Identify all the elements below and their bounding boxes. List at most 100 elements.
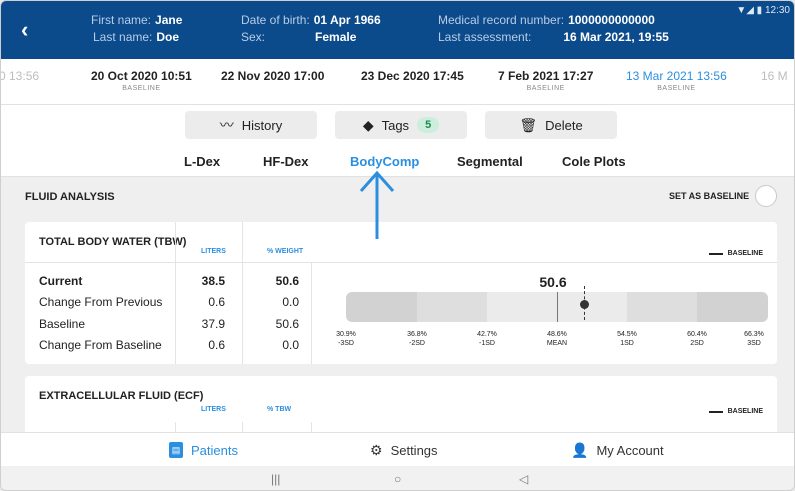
change-baseline-liters: 0.6: [208, 338, 225, 352]
tags-label: Tags: [381, 117, 410, 133]
patients-icon: ▤: [169, 442, 183, 458]
change-baseline-weight: 0.0: [282, 338, 299, 352]
gauge-band-minus3: [346, 292, 417, 322]
tab-bodycomp[interactable]: BodyComp: [350, 154, 419, 169]
gauge-tick: 36.8% -2SD: [407, 331, 427, 347]
mrn-value: 1000000000000: [568, 13, 655, 27]
person-icon: 👤: [571, 442, 589, 458]
baseline-legend-label: BASELINE: [727, 408, 763, 415]
patient-header: ‹ First name: Jane Last name: Doe Date of …: [1, 1, 794, 59]
change-previous-liters: 0.6: [208, 295, 225, 309]
last-assessment-value: 16 Mar 2021, 19:55: [563, 30, 669, 44]
nav-my-account[interactable]: 👤 My Account: [571, 442, 664, 459]
nav-settings-label: Settings: [390, 443, 438, 458]
baseline-tag: BASELINE: [657, 85, 696, 92]
gauge-band-plus1: [557, 292, 627, 322]
fluid-analysis-title: FLUID ANALYSIS: [25, 191, 115, 203]
assessment-date-strip[interactable]: 0 13:56 20 Oct 2020 10:51 BASELINE 22 Nov…: [1, 59, 794, 105]
gauge-tick: 30.9% -3SD: [336, 331, 356, 347]
date-item[interactable]: 0 13:56: [1, 69, 39, 83]
last-assessment-row: Last assessment: 16 Mar 2021, 19:55: [438, 29, 669, 46]
current-liters: 38.5: [201, 274, 225, 288]
analysis-tabs: L-Dex HF-Dex BodyComp Segmental Cole Plo…: [1, 149, 794, 177]
set-baseline-toggle[interactable]: [755, 185, 777, 207]
gauge-tick: 66.3% 3SD: [744, 331, 764, 347]
last-name-row: Last name: Doe: [93, 29, 179, 46]
divider: [25, 262, 777, 263]
set-baseline-label: SET AS BASELINE: [669, 191, 750, 201]
system-navigation: ||| ○ ◁: [1, 466, 794, 490]
history-button[interactable]: 〰 History: [185, 111, 317, 139]
status-bar: ▼◢ ▮ 12:30: [736, 5, 790, 16]
history-label: History: [241, 117, 283, 133]
back-system-button[interactable]: ◁: [519, 472, 528, 486]
ecf-card: EXTRACELLULAR FLUID (ECF) LITERS % TBW B…: [25, 376, 777, 436]
first-name-value: Jane: [155, 13, 183, 27]
baseline-legend: BASELINE: [708, 250, 763, 257]
chevron-left-icon: ‹: [21, 17, 29, 42]
tab-segmental[interactable]: Segmental: [457, 154, 523, 169]
sex-label: Sex:: [241, 30, 266, 44]
date-item[interactable]: 16 M: [761, 69, 788, 83]
ecf-title: EXTRACELLULAR FLUID (ECF): [39, 390, 204, 402]
current-weight: 50.6: [275, 274, 299, 288]
date-label: 20 Oct 2020 10:51: [91, 69, 192, 83]
date-label: 22 Nov 2020 17:00: [221, 69, 325, 83]
nav-patients-label: Patients: [191, 442, 238, 458]
divider: [311, 262, 312, 364]
annotation-arrow: [359, 170, 395, 239]
baseline-line-icon: [708, 410, 723, 413]
gauge-current-value: 50.6: [539, 274, 567, 290]
trend-icon: 〰: [219, 117, 234, 133]
date-label: 16 M: [761, 69, 788, 83]
back-button[interactable]: ‹: [21, 19, 43, 41]
baseline-tag: BASELINE: [526, 85, 565, 92]
tbw-gauge: 50.6 30.9% -3SD 36.8% -2SD 42.7% -1SD 48.6%…: [324, 264, 777, 364]
gear-icon: ⚙: [370, 442, 383, 458]
date-item[interactable]: 20 Oct 2020 10:51 BASELINE: [91, 69, 192, 92]
tbw-title: TOTAL BODY WATER (TBW): [39, 236, 187, 248]
row-label-change-previous: Change From Previous: [39, 295, 163, 309]
nav-settings[interactable]: ⚙ Settings: [370, 442, 438, 459]
date-item[interactable]: 22 Nov 2020 17:00: [221, 69, 324, 83]
tbw-col-liters: LITERS: [201, 248, 226, 255]
last-name-value: Doe: [156, 30, 180, 44]
delete-button[interactable]: 🗑 Delete: [485, 111, 617, 139]
mrn-label: Medical record number:: [438, 13, 565, 27]
tab-l-dex[interactable]: L-Dex: [184, 154, 220, 169]
baseline-line-icon: [708, 252, 723, 255]
bottom-navigation: ▤ Patients ⚙ Settings 👤 My Account: [1, 432, 794, 466]
date-label: 13 Mar 2021 13:56: [626, 69, 727, 83]
gauge-band-plus3: [697, 292, 768, 322]
recents-button[interactable]: |||: [271, 472, 280, 486]
last-assessment-label: Last assessment:: [438, 30, 532, 44]
divider: [242, 222, 243, 364]
ecf-col-liters: LITERS: [201, 406, 226, 413]
date-item-selected[interactable]: 13 Mar 2021 13:56 BASELINE: [626, 69, 727, 92]
sex-value: Female: [315, 30, 357, 44]
date-label: 7 Feb 2021 17:27: [498, 69, 594, 83]
date-item[interactable]: 23 Dec 2020 17:45: [361, 69, 464, 83]
nav-patients[interactable]: ▤ Patients: [169, 442, 238, 458]
row-label-change-baseline: Change From Baseline: [39, 338, 162, 352]
baseline-tag: BASELINE: [122, 85, 161, 92]
date-item[interactable]: 7 Feb 2021 17:27 BASELINE: [498, 69, 593, 92]
baseline-legend-label: BASELINE: [727, 250, 763, 257]
baseline-legend: BASELINE: [708, 408, 763, 415]
dob-value: 01 Apr 1966: [313, 13, 381, 27]
trash-icon: 🗑: [519, 116, 538, 133]
tab-cole-plots[interactable]: Cole Plots: [562, 154, 626, 169]
baseline-liters: 37.9: [201, 317, 225, 331]
dob-label: Date of birth:: [241, 13, 310, 27]
gauge-mean-line: [557, 292, 558, 322]
home-button[interactable]: ○: [394, 472, 401, 486]
tab-hf-dex[interactable]: HF-Dex: [263, 154, 309, 169]
last-name-label: Last name:: [93, 30, 153, 44]
first-name-row: First name: Jane: [91, 12, 182, 29]
row-label-baseline: Baseline: [39, 317, 86, 331]
app-window: ‹ First name: Jane Last name: Doe Date of …: [0, 0, 795, 491]
tags-count-badge: 5: [417, 117, 440, 133]
status-time: 12:30: [764, 5, 790, 16]
tags-button[interactable]: ◆ Tags 5: [335, 111, 467, 139]
mrn-row: Medical record number: 1000000000000: [438, 12, 655, 29]
